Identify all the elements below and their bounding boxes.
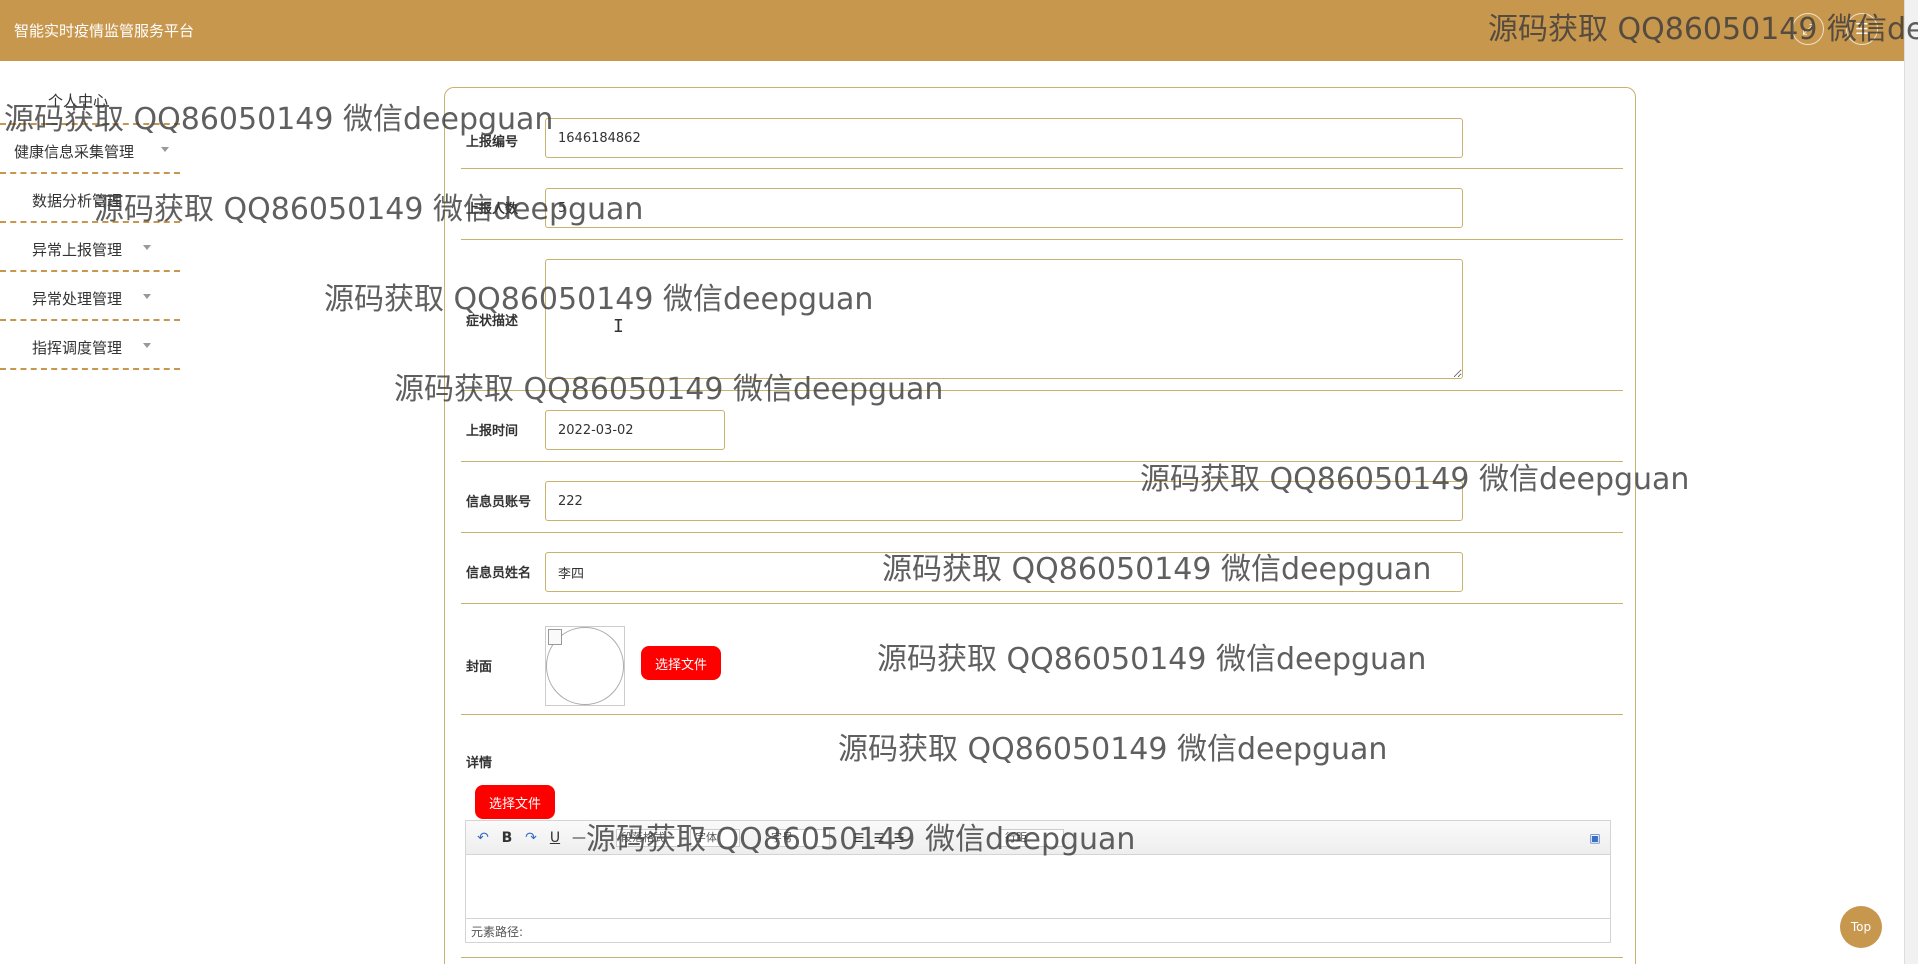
sidebar-item-abnormal-handling[interactable]: 异常处理管理 <box>0 272 180 321</box>
sidebar-item-data-analysis[interactable]: 数据分析管理 <box>0 174 180 223</box>
row-report-no: 上报编号 <box>461 88 1623 169</box>
sidebar-item-abnormal-report[interactable]: 异常上报管理 <box>0 223 180 272</box>
row-symptoms: 症状描述 <box>461 240 1623 391</box>
font-size-select[interactable]: 字号 <box>766 829 830 847</box>
bold-icon[interactable]: B <box>498 828 516 848</box>
editor-content-area[interactable] <box>466 855 1610 919</box>
cover-image <box>545 626 625 706</box>
sidebar-item-label: 数据分析管理 <box>32 192 123 210</box>
row-report-count: 上报人数 <box>461 169 1623 240</box>
sidebar-item-label: 异常上报管理 <box>32 241 123 259</box>
paragraph-format-select[interactable]: 段落格式 <box>616 829 680 847</box>
editor-toolbar: ↶ B ↷ U — 段落格式 字体 字号 ☰ ☰ ☰ 行距 ▣ <box>466 821 1610 855</box>
report-no-label: 上报编号 <box>466 135 519 150</box>
chevron-down-icon <box>143 343 151 348</box>
font-family-select[interactable]: 字体 <box>690 829 740 847</box>
chevron-down-icon <box>143 245 151 250</box>
sidebar: 个人中心 健康信息采集管理 数据分析管理 异常上报管理 异常处理管理 指挥调度管… <box>0 76 180 370</box>
page: 智能实时疫情监管服务平台 ⤢ ☰ 个人中心 健康信息采集管理 数据分析管理 异常… <box>0 0 1918 964</box>
align-center-icon[interactable]: ☰ <box>871 828 887 848</box>
text-cursor-icon: I <box>613 316 624 337</box>
details-choose-file-button[interactable]: 选择文件 <box>475 785 555 819</box>
report-count-label: 上报人数 <box>466 202 519 217</box>
report-count-input[interactable] <box>545 188 1463 228</box>
broken-image-icon <box>548 629 562 645</box>
report-no-input[interactable] <box>545 118 1463 158</box>
undo-icon[interactable]: ↶ <box>474 828 492 848</box>
chevron-down-icon <box>143 294 151 299</box>
horizontal-rule-icon[interactable]: — <box>570 828 588 848</box>
symptoms-label: 症状描述 <box>466 314 519 329</box>
chevron-down-icon <box>161 147 169 152</box>
source-code-icon[interactable]: ▣ <box>1586 828 1604 848</box>
line-height-select[interactable]: 行距 <box>1000 829 1064 847</box>
app-title: 智能实时疫情监管服务平台 <box>14 22 195 40</box>
informant-name-input[interactable] <box>545 552 1463 592</box>
expand-icon[interactable]: ⤢ <box>1792 13 1824 45</box>
informant-name-label: 信息员姓名 <box>466 566 532 581</box>
page-scrollbar[interactable] <box>1904 0 1918 964</box>
report-time-label: 上报时间 <box>466 424 519 439</box>
report-time-input[interactable] <box>545 410 725 450</box>
sidebar-item-command-dispatch[interactable]: 指挥调度管理 <box>0 321 180 370</box>
editor-element-path: 元素路径: <box>466 918 1610 942</box>
user-icon[interactable]: ☰ <box>1846 13 1878 45</box>
sidebar-item-health-info[interactable]: 健康信息采集管理 <box>0 125 180 174</box>
symptoms-textarea[interactable] <box>545 259 1463 379</box>
row-informant-account: 信息员账号 <box>461 462 1623 533</box>
sidebar-item-label: 指挥调度管理 <box>32 339 123 357</box>
details-label: 详情 <box>466 756 493 771</box>
rich-text-editor: ↶ B ↷ U — 段落格式 字体 字号 ☰ ☰ ☰ 行距 ▣ 元素路径: <box>465 820 1611 943</box>
informant-account-input[interactable] <box>545 481 1463 521</box>
sidebar-item-label: 异常处理管理 <box>32 290 123 308</box>
row-report-time: 上报时间 <box>461 391 1623 462</box>
back-to-top-button[interactable]: Top <box>1840 906 1882 948</box>
redo-icon[interactable]: ↷ <box>522 828 540 848</box>
sidebar-item-personal-center[interactable]: 个人中心 <box>0 76 180 125</box>
top-bar: 智能实时疫情监管服务平台 ⤢ ☰ <box>0 0 1918 61</box>
sidebar-item-label: 健康信息采集管理 <box>14 143 135 161</box>
informant-account-label: 信息员账号 <box>466 495 532 510</box>
align-left-icon[interactable]: ☰ <box>851 828 867 848</box>
align-right-icon[interactable]: ☰ <box>891 828 907 848</box>
underline-icon[interactable]: U <box>546 828 564 848</box>
cover-label: 封面 <box>466 660 493 675</box>
sidebar-item-label: 个人中心 <box>48 92 109 110</box>
row-cover: 封面 选择文件 <box>461 604 1623 715</box>
row-informant-name: 信息员姓名 <box>461 533 1623 604</box>
cover-choose-file-button[interactable]: 选择文件 <box>641 646 721 680</box>
